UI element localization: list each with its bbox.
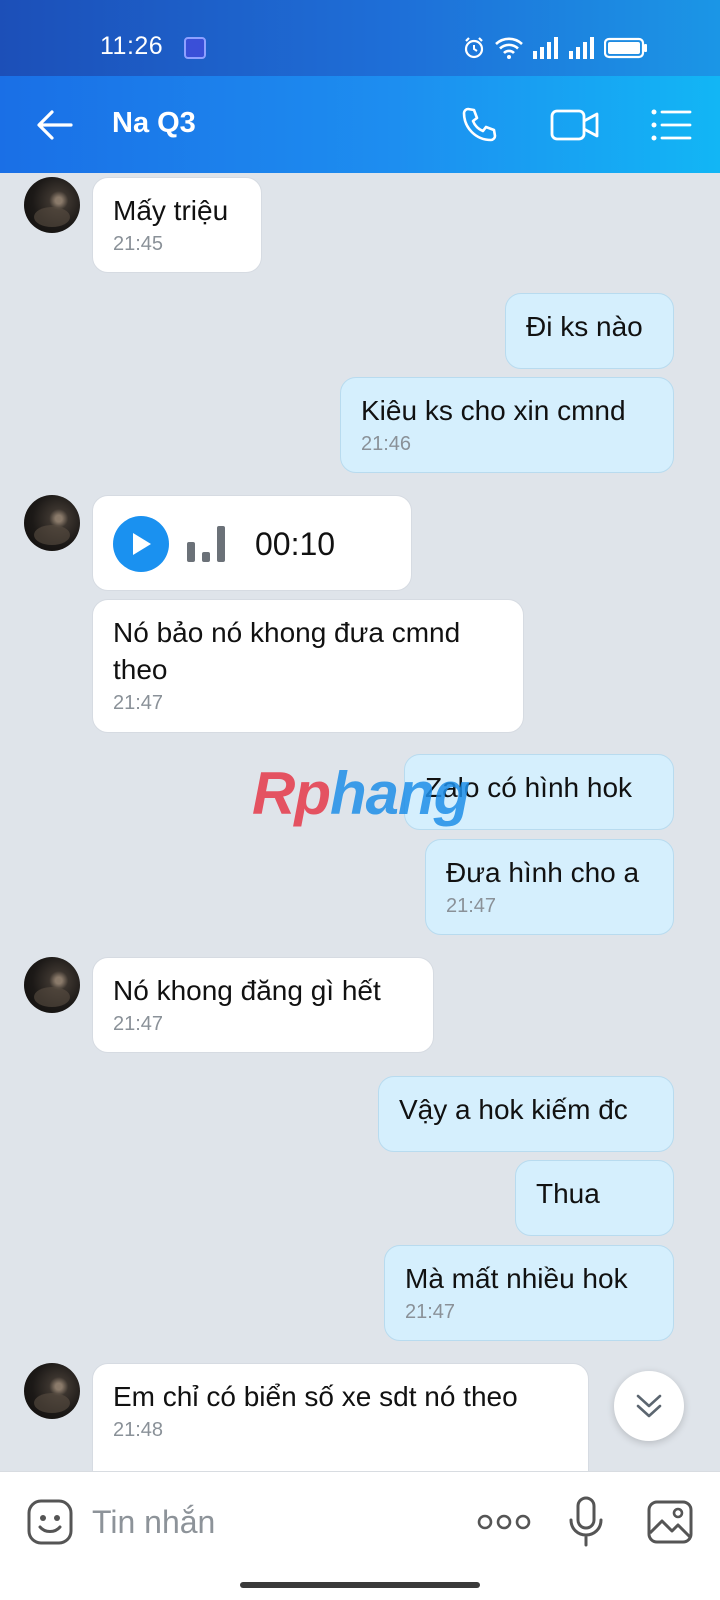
chat-options-button[interactable] (644, 100, 698, 150)
message-incoming[interactable]: Nó khong đăng gì hết 21:47 (92, 957, 434, 1053)
play-icon (133, 533, 151, 555)
microphone-icon (569, 1496, 603, 1547)
back-button[interactable] (30, 100, 80, 150)
play-button[interactable] (113, 516, 169, 572)
message-outgoing[interactable]: Kiêu ks cho xin cmnd 21:46 (340, 377, 674, 473)
voice-message[interactable]: 00:10 (92, 495, 412, 591)
avatar[interactable] (24, 495, 80, 551)
message-incoming[interactable]: Mấy triệu 21:45 (92, 177, 262, 273)
message-outgoing[interactable]: Đưa hình cho a 21:47 (425, 839, 674, 935)
back-arrow-icon (37, 110, 73, 140)
image-icon (647, 1500, 693, 1544)
message-text: Mà mất nhiều hok (405, 1263, 628, 1294)
battery-icon (604, 37, 647, 59)
message-text: Vậy a hok kiếm đc (399, 1094, 628, 1125)
chat-header: Na Q3 (0, 76, 720, 173)
scroll-to-bottom-button[interactable] (614, 1371, 684, 1441)
message-time: 21:47 (113, 692, 164, 714)
message-text: Nó bảo nó khong đưa cmnd theo (113, 617, 461, 685)
emoji-icon (27, 1499, 73, 1545)
app-notification-icon (184, 37, 206, 59)
message-time: 21:47 (113, 1013, 164, 1035)
signal-icon (569, 37, 594, 59)
video-call-button[interactable] (548, 100, 602, 150)
message-text: Nó khong đăng gì hết (113, 975, 381, 1006)
contact-name[interactable]: Na Q3 (112, 107, 196, 140)
message-outgoing[interactable]: Thua (515, 1160, 674, 1236)
message-time: 21:48 (113, 1419, 164, 1441)
more-dots-icon (477, 1514, 531, 1530)
voice-call-button[interactable] (452, 100, 506, 150)
message-input-bar (0, 1471, 720, 1600)
message-text: Đưa hình cho a (446, 857, 640, 888)
message-input[interactable] (92, 1494, 452, 1550)
wifi-icon (495, 37, 523, 59)
message-incoming[interactable]: Em chỉ có biển số xe sdt nó theo 21:48 (92, 1363, 589, 1471)
status-bar: 11:26 (0, 0, 720, 76)
message-text: Em chỉ có biển số xe sdt nó theo (113, 1381, 518, 1412)
message-time: 21:47 (446, 895, 497, 917)
message-incoming[interactable]: Nó bảo nó khong đưa cmnd theo 21:47 (92, 599, 524, 733)
message-text: Mấy triệu (113, 195, 229, 226)
emoji-button[interactable] (24, 1496, 76, 1548)
avatar[interactable] (24, 957, 80, 1013)
status-time: 11:26 (100, 32, 164, 60)
message-text: Thua (536, 1178, 600, 1209)
alarm-icon (464, 37, 484, 59)
message-text: Kiêu ks cho xin cmnd (361, 395, 626, 426)
chat-area[interactable]: Mấy triệu 21:45 Đi ks nào Kiêu ks cho xi… (0, 173, 720, 1471)
menu-list-icon (651, 109, 692, 141)
phone-icon (462, 107, 497, 142)
message-outgoing[interactable]: Đi ks nào (505, 293, 674, 369)
video-call-icon (550, 109, 599, 141)
status-icons (462, 34, 648, 62)
message-time: 21:47 (405, 1301, 456, 1323)
message-outgoing[interactable]: Zalo có hình hok (404, 754, 674, 830)
message-text: Zalo có hình hok (425, 772, 633, 803)
audio-wave-icon (187, 526, 225, 562)
more-options-button[interactable] (474, 1502, 534, 1542)
send-image-button[interactable] (644, 1496, 696, 1548)
message-text: Đi ks nào (526, 311, 643, 342)
message-outgoing[interactable]: Mà mất nhiều hok 21:47 (384, 1245, 674, 1341)
voice-record-button[interactable] (560, 1494, 612, 1550)
message-outgoing[interactable]: Vậy a hok kiếm đc (378, 1076, 674, 1152)
voice-duration: 00:10 (255, 526, 336, 562)
avatar[interactable] (24, 1363, 80, 1419)
double-chevron-down-icon (636, 1394, 662, 1418)
avatar[interactable] (24, 177, 80, 233)
message-time: 21:45 (113, 233, 164, 255)
message-time: 21:46 (361, 433, 412, 455)
signal-icon (533, 37, 558, 59)
home-indicator[interactable] (240, 1582, 480, 1588)
